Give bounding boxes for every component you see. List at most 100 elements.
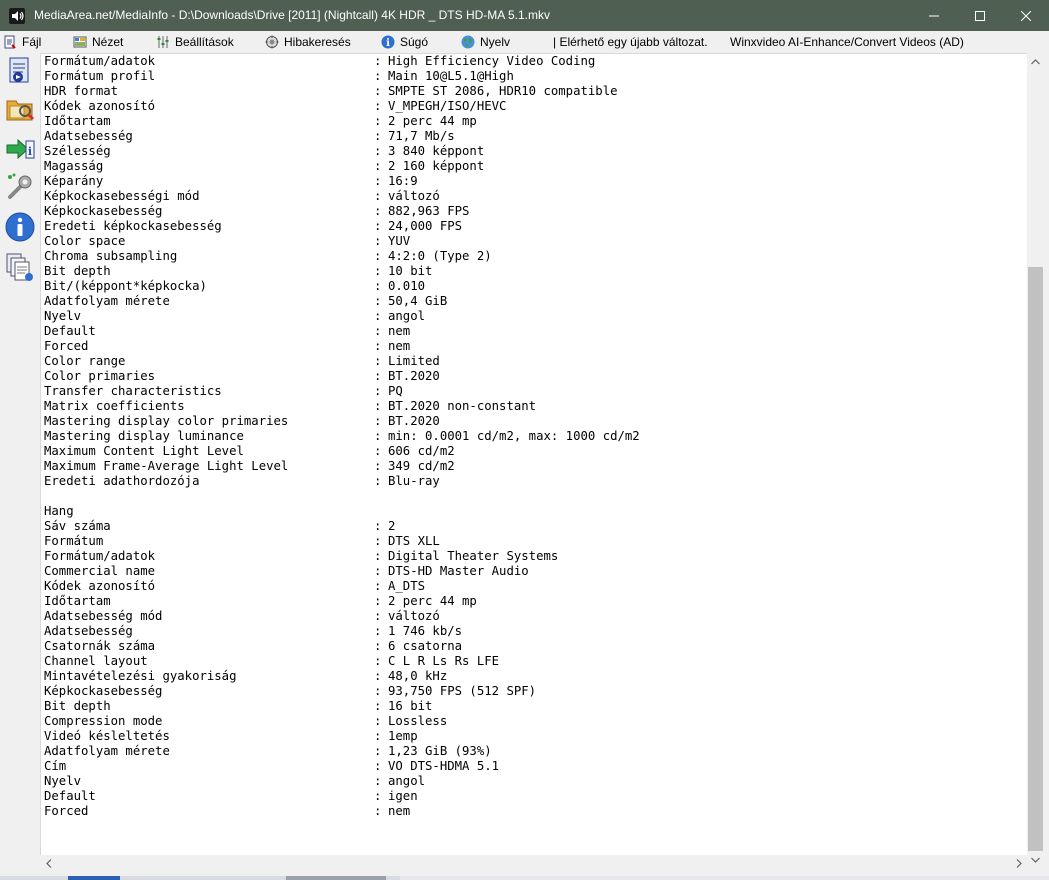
info-line-separator: : [374,759,389,773]
scroll-right-button[interactable] [1010,855,1027,872]
info-line-value: A_DTS [388,579,426,593]
info-line-separator: : [374,264,389,278]
vertical-scroll-thumb[interactable] [1028,267,1043,851]
info-line-label: Mastering display luminance [44,429,244,443]
info-line-label: Color primaries [44,369,156,383]
info-line-separator: : [374,579,389,593]
menu-help[interactable]: i Súgó [381,31,428,53]
open-file-icon[interactable] [4,55,36,87]
update-available-notice[interactable]: | Elérhető egy újabb változat. [553,31,708,53]
info-line-value: Main 10@L5.1@High [388,69,514,83]
update-notice-label: | Elérhető egy újabb változat. [553,35,708,49]
info-line-value: 2 perc 44 mp [388,114,477,128]
info-line-separator: : [374,789,389,803]
info-line-label: Adatfolyam mérete [44,294,170,308]
info-line-separator: : [374,444,389,458]
info-line-separator: : [374,204,389,218]
info-line: Matrix coefficients: BT.2020 non-constan… [44,399,640,414]
window-right-border [1044,31,1049,880]
info-line: Mastering display color primaries: BT.20… [44,414,640,429]
info-line: Csatornák száma: 6 csatorna [44,639,640,654]
info-line-separator: : [374,69,389,83]
menu-file[interactable]: Fájl [3,31,41,53]
about-info-icon[interactable] [4,211,36,243]
info-line-label: Videó késleltetés [44,729,170,743]
info-line-separator: : [374,219,389,233]
info-line-separator: : [374,144,389,158]
info-line-label: Adatsebesség [44,624,133,638]
info-line-value: DTS XLL [388,534,440,548]
preferences-tools-icon[interactable] [4,171,36,203]
info-line-label: Formátum [44,534,104,548]
info-line-value: 1,23 GiB (93%) [388,744,492,758]
info-line-separator: : [374,459,389,473]
info-line-label: Magasság [44,159,104,173]
menu-debug-label: Hibakeresés [284,35,351,49]
vertical-scrollbar[interactable] [1027,53,1044,868]
info-line-separator: : [374,474,389,488]
info-line-label: Kódek azonosító [44,99,156,113]
scroll-down-button[interactable] [1027,851,1044,868]
info-line-separator: : [374,249,389,263]
info-line-separator: : [374,744,389,758]
info-line-value: 16:9 [388,174,418,188]
info-line-value: 24,000 FPS [388,219,463,233]
ad-link[interactable]: Winxvideo AI-Enhance/Convert Videos (AD) [730,31,964,53]
left-toolbar: i [0,53,40,880]
info-line: Eredeti adathordozója: Blu-ray [44,474,640,489]
taskbar-item [286,876,386,880]
info-line-label: Csatornák száma [44,639,156,653]
info-line-separator: : [374,234,389,248]
info-line-separator: : [374,684,389,698]
info-line: Color space: YUV [44,234,640,249]
info-line-value: 50,4 GiB [388,294,448,308]
info-line-separator: : [374,99,389,113]
scroll-left-button[interactable] [40,855,57,872]
info-line-label: Nyelv [44,309,82,323]
info-line-value: 3 840 képpont [388,144,485,158]
maximize-icon [975,10,985,21]
info-lines: Formátum/adatok: High Efficiency Video C… [44,54,640,819]
svg-text:i: i [386,38,390,49]
menu-view[interactable]: Nézet [73,31,123,53]
scroll-up-button[interactable] [1027,53,1044,70]
export-icon[interactable]: i [4,133,36,165]
minimize-button[interactable] [911,0,957,31]
media-info-text-area[interactable]: Formátum/adatok: High Efficiency Video C… [40,53,1027,868]
taskbar-item [68,876,120,880]
info-line: Commercial name: DTS-HD Master Audio [44,564,640,579]
view-icon [73,36,87,48]
info-line-value: PQ [388,384,403,398]
info-line-label: Commercial name [44,564,156,578]
chevron-right-icon [1016,859,1022,868]
sheet-view-icon[interactable] [4,251,36,283]
info-line-label: Forced [44,804,89,818]
info-line: Szélesség: 3 840 képpont [44,144,640,159]
info-line-label: Chroma subsampling [44,249,178,263]
info-line-value: DTS-HD Master Audio [388,564,529,578]
maximize-button[interactable] [957,0,1003,31]
horizontal-scrollbar[interactable] [40,855,1027,872]
info-line: Bit/(képpont*képkocka): 0.010 [44,279,640,294]
info-line-label: Maximum Frame-Average Light Level [44,459,289,473]
info-line-value: BT.2020 [388,369,440,383]
taskbar-peek [0,876,1049,880]
info-line-separator: : [374,639,389,653]
menu-preferences[interactable]: Beállítások [156,31,234,53]
help-icon: i [381,35,395,49]
chevron-down-icon [1031,857,1040,863]
info-line: Adatfolyam mérete: 50,4 GiB [44,294,640,309]
chevron-up-icon [1031,58,1040,64]
close-button[interactable] [1003,0,1049,31]
title-bar[interactable]: MediaArea.net/MediaInfo - D:\Downloads\D… [0,0,1049,31]
info-line: Időtartam: 2 perc 44 mp [44,114,640,129]
info-line-separator: : [374,429,389,443]
menu-language[interactable]: Nyelv [461,31,510,53]
menu-debug[interactable]: Hibakeresés [265,31,351,53]
info-line-separator: : [374,189,389,203]
info-line-value: változó [388,189,440,203]
open-folder-icon[interactable] [4,93,36,125]
info-line: HDR format: SMPTE ST 2086, HDR10 compati… [44,84,640,99]
info-line-value: változó [388,609,440,623]
close-icon [1021,10,1031,21]
